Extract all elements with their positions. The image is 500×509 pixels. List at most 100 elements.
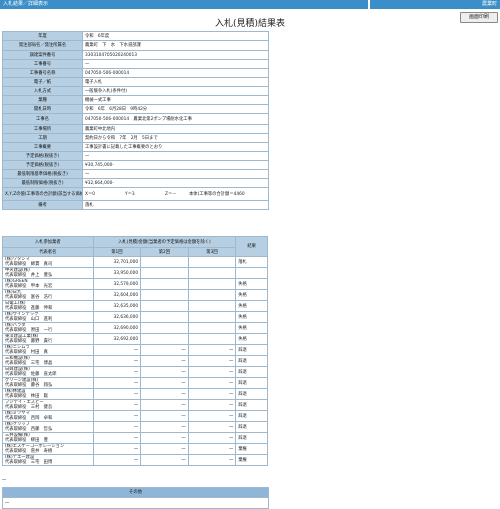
page-title: 入札(見積)結果表 bbox=[214, 19, 286, 29]
bidder-cell: グリーン建設(株) 代表取締役 藤谷 翔弘 bbox=[2, 377, 94, 389]
representative-name: 代表取締役 西藤 哲弘 bbox=[5, 427, 53, 432]
info-value: 047050-506-000014 農業北第2ポンプ場耐水化工事 bbox=[82, 113, 269, 125]
bid-amount: 一 bbox=[187, 432, 237, 444]
bid-amount: 一 bbox=[187, 399, 237, 411]
bidder-cell: (株)日九 代表取締役 富谷 浩行 bbox=[2, 289, 94, 301]
info-label: 工事概要 bbox=[2, 142, 83, 152]
representative-name: 代表取締役 原田 一行 bbox=[5, 328, 53, 333]
info-value: 令和 6年度 bbox=[82, 31, 269, 41]
result-status: 失格 bbox=[235, 278, 268, 290]
bid-amount bbox=[187, 256, 237, 268]
bidder-cell: 東洋建設工業(株) 代表取締役 藤野 貴行 bbox=[2, 333, 94, 345]
info-label: 予定価格(税抜き) bbox=[2, 160, 83, 170]
extra-value: 本体(工事等の合計額＝4460 bbox=[189, 191, 245, 197]
bidder-cell: 三和機設(株) 代表取締役 三宅 博晶 bbox=[2, 355, 94, 367]
round-header: 第1回 bbox=[92, 247, 142, 257]
info-label: 年度 bbox=[2, 31, 83, 41]
divider bbox=[368, 0, 370, 9]
result-status: 失格 bbox=[235, 333, 268, 345]
bidder-cell: (株)ニシムラ 代表取締役 村田 真 bbox=[2, 344, 94, 356]
representative-name: 代表取締役 林田 聡 bbox=[5, 394, 48, 399]
result-status: 失格 bbox=[235, 300, 268, 312]
result-status: 落札 bbox=[235, 256, 268, 268]
top-bar: 入札結果／詳細表示 農業町 bbox=[0, 0, 500, 9]
info-value: 契約日から令和 7年 2月 5日まで bbox=[82, 133, 269, 143]
table-row: (株)ミツヤマ 代表取締役 西岡 卓和一一一辞退 bbox=[2, 410, 268, 422]
info-label: 開札日時 bbox=[2, 104, 83, 114]
header-right-label: 農業町 bbox=[481, 1, 497, 7]
info-row: 最低制限基準価格(税抜き) 一 bbox=[2, 169, 269, 179]
table-row: (株)ハラダ 代表取締役 原田 一行 32,690,000 失格 bbox=[2, 322, 268, 334]
bidder-cell: フジテイ・エスピー 代表取締役 三村 健吾 bbox=[2, 399, 94, 411]
info-row: 予定価格(税抜き) 一 bbox=[2, 151, 269, 161]
bid-amount: 32,579,000 bbox=[92, 278, 142, 290]
bid-amount bbox=[187, 289, 237, 301]
info-row: 工事番号名称 047050-506-000014 bbox=[2, 68, 269, 78]
info-row: 工事名 047050-506-000014 農業北第2ポンプ場耐水化工事 bbox=[2, 113, 269, 125]
z-value: Z＝－ bbox=[165, 191, 177, 197]
bidder-cell: 中央建設(株) 代表取締役 井上 豊弘 bbox=[2, 267, 94, 279]
info-label: 業種 bbox=[2, 95, 83, 105]
bid-amount: 33,950,000 bbox=[92, 267, 142, 279]
bid-amount: 一 bbox=[92, 410, 142, 422]
bid-amount: 一 bbox=[187, 366, 237, 378]
table-row: (株)日九 代表取締役 富谷 浩行 32,604,000 失格 bbox=[2, 289, 268, 301]
table-row: (株)GREEN 代表取締役 甲本 光宏 32,579,000 失格 bbox=[2, 278, 268, 290]
bidder-cell: (株)ミツヤマ 代表取締役 西岡 卓和 bbox=[2, 410, 94, 422]
info-row: 最低制限価格(税抜き) ¥32,664,000- bbox=[2, 178, 269, 188]
table-row: 東洋建設工業(株) 代表取締役 藤野 貴行 32,692,000 失格 bbox=[2, 333, 268, 345]
bidder-cell: 日興建設(株) 代表取締役 佐藤 直太郎 bbox=[2, 366, 94, 378]
info-label: 工事番号 bbox=[2, 59, 83, 69]
bid-amount bbox=[140, 289, 189, 301]
info-value: 令和 6年 6月28日 9時42分 bbox=[82, 104, 269, 114]
result-status: 辞退 bbox=[235, 388, 268, 400]
bid-amount: 一 bbox=[140, 454, 189, 466]
bid-amount bbox=[187, 278, 237, 290]
info-label: 備考 bbox=[2, 200, 83, 210]
result-status: 失格 bbox=[235, 311, 268, 323]
bid-amount: 一 bbox=[92, 377, 142, 389]
bid-amount: 32,635,000 bbox=[92, 300, 142, 312]
bid-amount: 一 bbox=[140, 421, 189, 433]
bid-amount: 一 bbox=[140, 377, 189, 389]
result-status: 失格 bbox=[235, 322, 268, 334]
bid-amount: 32,636,000 bbox=[92, 311, 142, 323]
info-label: 予定価格(税抜き) bbox=[2, 151, 83, 161]
bidder-cell: (株)ワタシマ 代表取締役 綿貫 真司 bbox=[2, 256, 94, 268]
info-row: X,Y,Zの値(工事等の合計額(該当する価格の比率))X＝0 Y＝3 Z＝－ 本体(工… bbox=[2, 187, 269, 201]
bid-amount: 一 bbox=[187, 421, 237, 433]
info-value: 農業町 下 水 下水道部課 bbox=[82, 40, 269, 51]
result-status bbox=[235, 267, 268, 279]
info-value: 一 bbox=[82, 151, 269, 161]
bid-amount: 一 bbox=[92, 366, 142, 378]
table-row: (株)エスケーコーポレーション 代表取締役 菅井 寿樹一一一棄権 bbox=[2, 443, 268, 455]
result-status: 辞退 bbox=[235, 399, 268, 411]
info-table: 年度 令和 6年度 発注部局名／発注所属名 農業町 下 水 下水道部課 調達案件番号 33… bbox=[2, 31, 269, 210]
info-label: 発注部局名／発注所属名 bbox=[2, 40, 83, 51]
representative-name: 代表取締役 柳田 豊 bbox=[5, 438, 48, 443]
info-value: 工事設計書に記載した工事概要のとおり bbox=[82, 142, 269, 152]
results-header-amount: 入札(見積)金額(当業者の予定価格は金額を除く) bbox=[92, 236, 237, 248]
info-value: X＝0 Y＝3 Z＝－ 本体(工事等の合計額＝4460 bbox=[82, 187, 269, 201]
info-value: ¥32,664,000- bbox=[82, 178, 269, 188]
table-row: 中央建設(株) 代表取締役 井上 豊弘 33,950,000 bbox=[2, 267, 268, 279]
bidder-cell: (株)クリップ 代表取締役 西藤 哲弘 bbox=[2, 421, 94, 433]
other-table: その他 一 bbox=[2, 487, 269, 509]
result-status: 辞退 bbox=[235, 366, 268, 378]
info-row: 工期 契約日から令和 7年 2月 5日まで bbox=[2, 133, 269, 143]
info-row: 工事概要 工事設計書に記載した工事概要のとおり bbox=[2, 142, 269, 152]
representative-name: 代表取締役 藤野 貴行 bbox=[5, 339, 53, 344]
representative-name: 代表取締役 藤谷 翔弘 bbox=[5, 383, 53, 388]
bid-amount: 32,604,000 bbox=[92, 289, 142, 301]
info-label: X,Y,Zの値(工事等の合計額(該当する価格の比率)) bbox=[2, 187, 83, 201]
representative-name: 代表取締役 村田 真 bbox=[5, 350, 48, 355]
table-row: (株)クリップ 代表取締役 西藤 哲弘一一一辞退 bbox=[2, 421, 268, 433]
table-row: 三井設備(株) 代表取締役 柳田 豊一一一辞退 bbox=[2, 432, 268, 444]
bid-amount bbox=[187, 333, 237, 345]
bidder-cell: (株)テエー建設 代表取締役 三宅 田博 bbox=[2, 454, 94, 466]
bid-amount bbox=[187, 300, 237, 312]
info-value: 047050-506-000014 bbox=[82, 68, 269, 78]
bid-amount: 一 bbox=[92, 421, 142, 433]
y-value: Y＝3 bbox=[125, 191, 135, 197]
bid-amount: 一 bbox=[140, 388, 189, 400]
